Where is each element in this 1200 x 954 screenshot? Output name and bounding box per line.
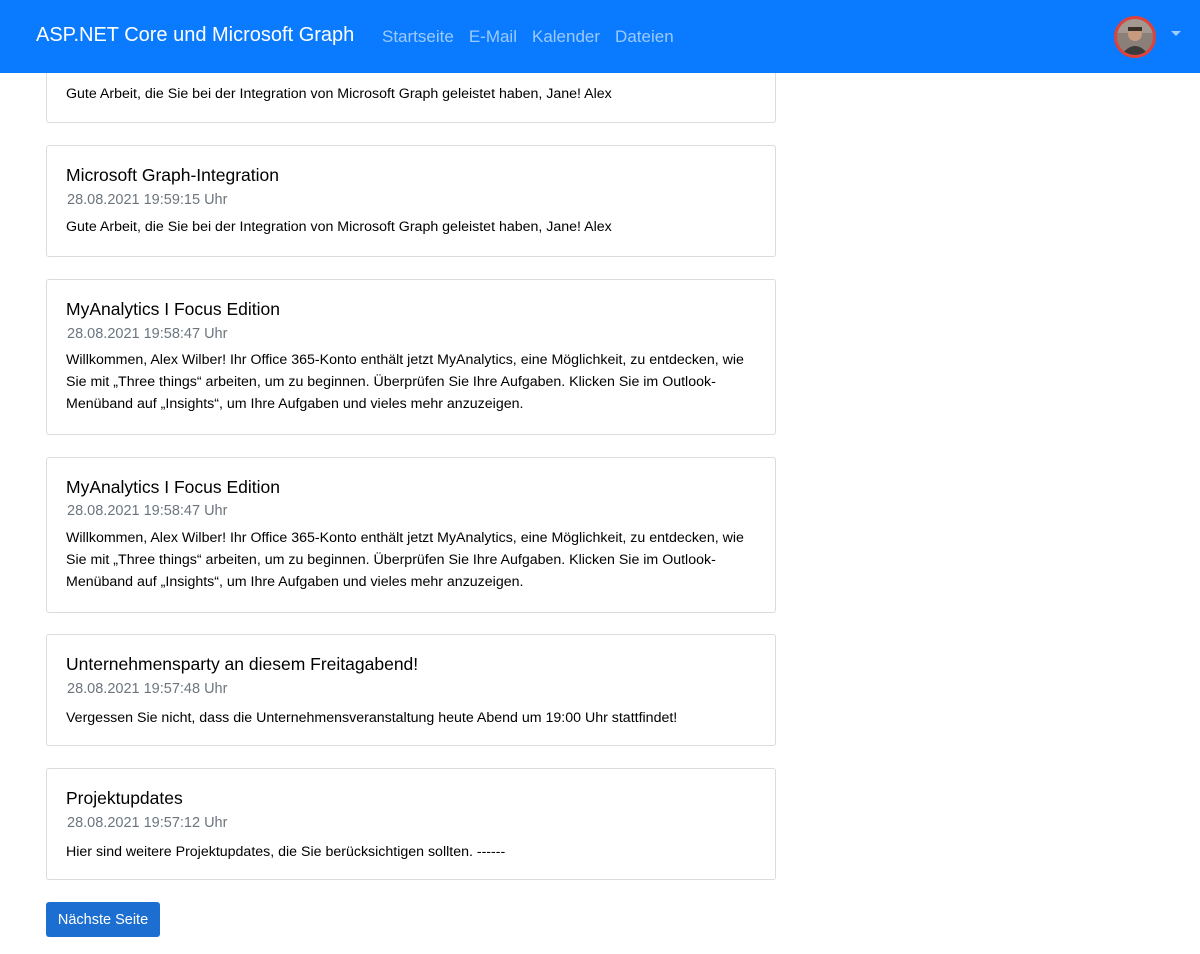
nav-link-startseite[interactable]: Startseite: [382, 27, 454, 47]
message-date: 28.08.2021 19:58:47 Uhr: [67, 326, 228, 342]
message-date: 28.08.2021 19:57:48 Uhr: [67, 681, 228, 697]
user-menu-chevron-down-icon[interactable]: [1171, 31, 1181, 36]
next-page-button[interactable]: Nächste Seite: [46, 902, 160, 937]
message-card[interactable]: Projektupdates 28.08.2021 19:57:12 Uhr H…: [46, 768, 776, 880]
message-subject: Projektupdates: [66, 788, 183, 808]
message-body: Gute Arbeit, die Sie bei der Integration…: [66, 86, 612, 102]
message-date: 28.08.2021 19:58:47 Uhr: [67, 503, 228, 519]
message-date: 28.08.2021 19:59:15 Uhr: [67, 192, 228, 208]
message-body: Willkommen, Alex Wilber! Ihr Office 365-…: [66, 530, 744, 590]
nav-link-dateien[interactable]: Dateien: [615, 27, 674, 47]
nav-link-email[interactable]: E-Mail: [469, 27, 517, 47]
message-card[interactable]: Unternehmensparty an diesem Freitagabend…: [46, 634, 776, 746]
message-card[interactable]: Microsoft Graph-Integration 28.08.2021 1…: [46, 145, 776, 257]
message-card[interactable]: MyAnalytics I Focus Edition 28.08.2021 1…: [46, 279, 776, 435]
user-photo-icon: [1117, 19, 1153, 55]
nav-links: Startseite E-Mail Kalender Dateien: [382, 27, 674, 47]
nav-link-kalender[interactable]: Kalender: [532, 27, 600, 47]
message-date: 28.08.2021 19:57:12 Uhr: [67, 815, 228, 831]
user-avatar[interactable]: [1114, 16, 1156, 58]
message-body: Gute Arbeit, die Sie bei der Integration…: [66, 219, 612, 235]
message-subject: MyAnalytics I Focus Edition: [66, 477, 280, 497]
app-brand[interactable]: ASP.NET Core und Microsoft Graph: [36, 24, 354, 47]
message-body: Hier sind weitere Projektupdates, die Si…: [66, 844, 506, 860]
message-card[interactable]: MyAnalytics I Focus Edition 28.08.2021 1…: [46, 457, 776, 613]
message-body: Willkommen, Alex Wilber! Ihr Office 365-…: [66, 352, 744, 412]
top-navbar: ASP.NET Core und Microsoft Graph Startse…: [0, 0, 1200, 73]
message-body: Vergessen Sie nicht, dass die Unternehme…: [66, 710, 678, 726]
message-subject: MyAnalytics I Focus Edition: [66, 299, 280, 319]
message-subject: Unternehmensparty an diesem Freitagabend…: [66, 654, 419, 674]
message-subject: Microsoft Graph-Integration: [66, 165, 280, 185]
